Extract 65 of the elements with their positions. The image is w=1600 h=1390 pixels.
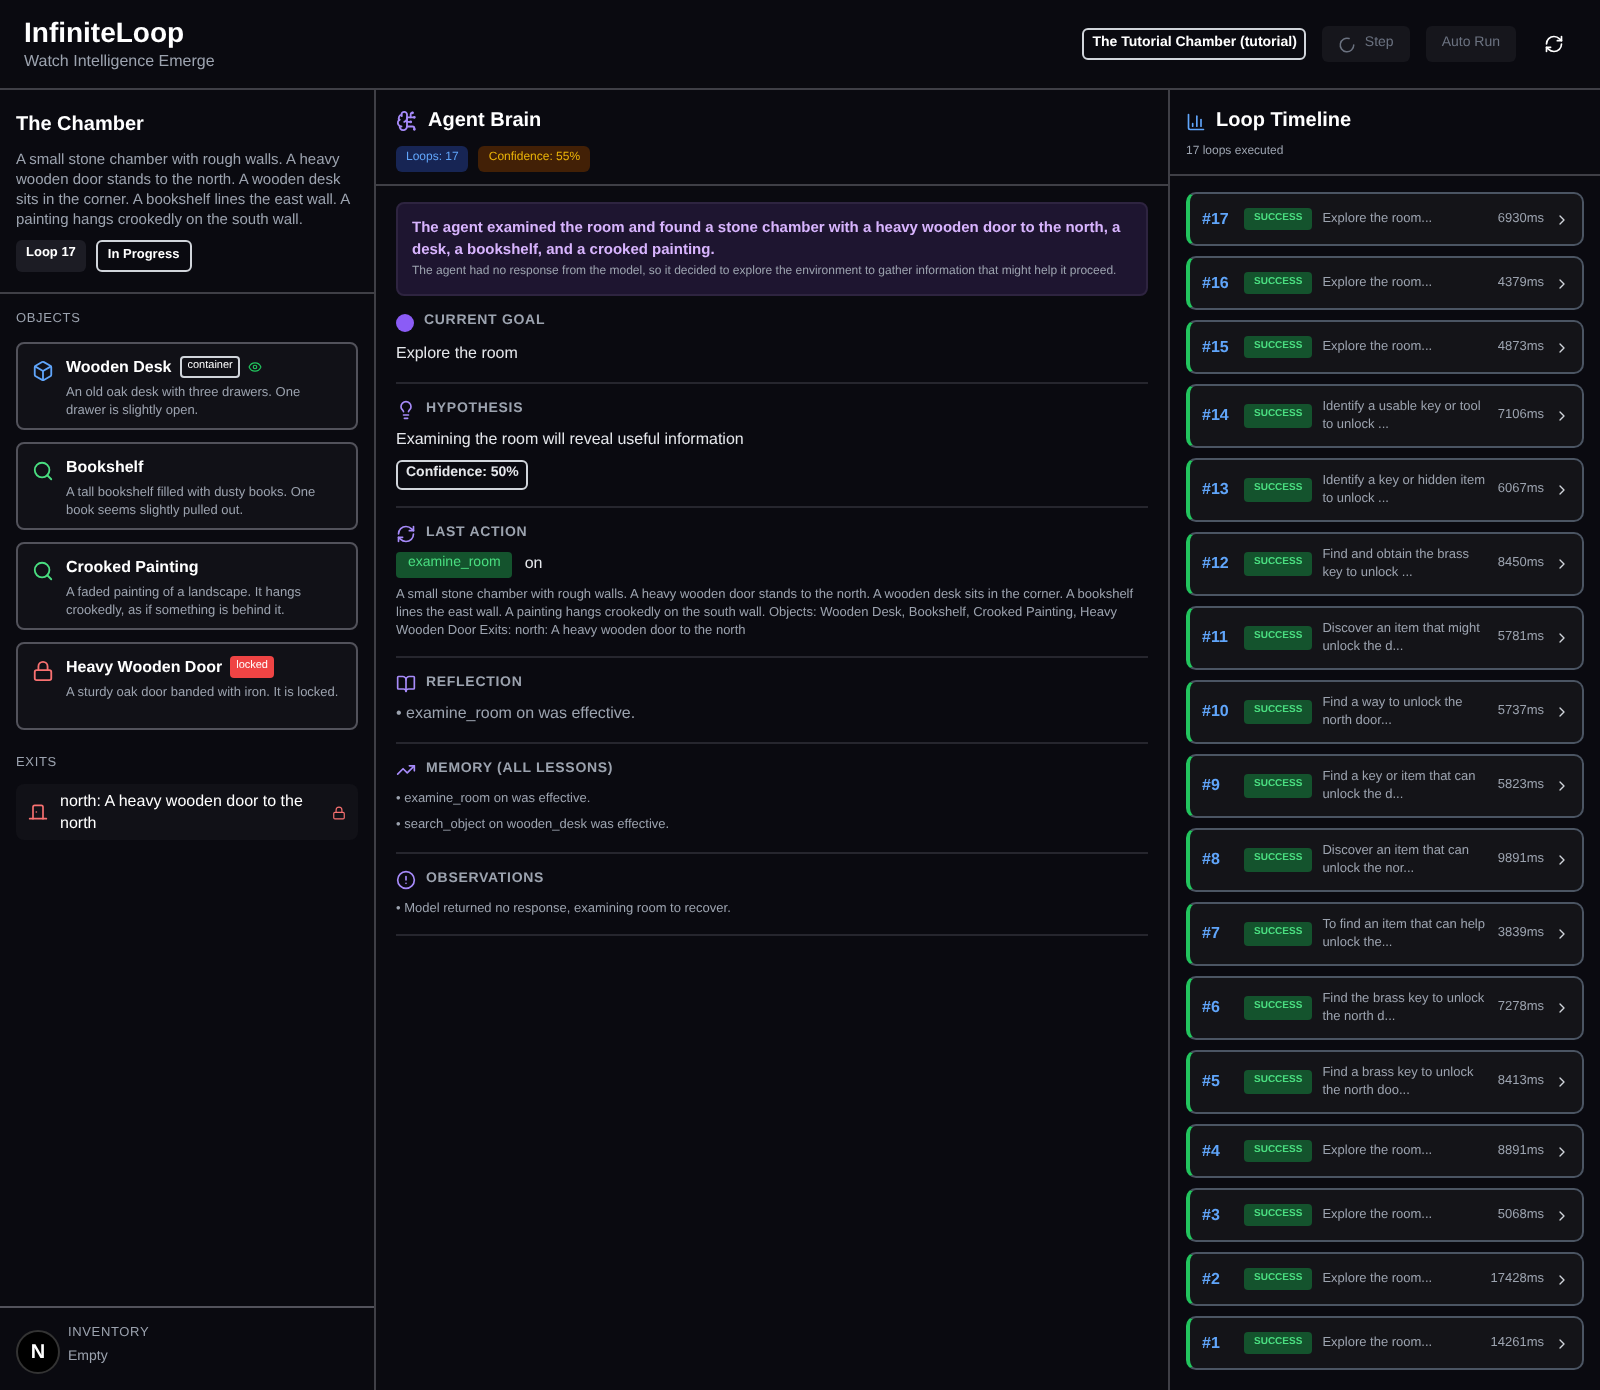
- door-icon: [28, 802, 48, 823]
- refresh-icon[interactable]: [1544, 34, 1564, 54]
- spinner-icon: [1338, 35, 1357, 53]
- loop-number: #17: [1202, 207, 1231, 231]
- loop-number: #15: [1202, 335, 1231, 359]
- object-name: Wooden Desk: [66, 355, 172, 379]
- chevron-icon: [1554, 778, 1570, 794]
- loop-number: #14: [1202, 404, 1231, 428]
- action-target: on: [524, 552, 543, 577]
- section-line: • examine_room on was effective.: [396, 702, 638, 726]
- object-name: Bookshelf: [66, 455, 144, 479]
- loop-number: #8: [1202, 848, 1222, 872]
- chevron-icon: [1554, 852, 1570, 868]
- eye-icon: [248, 360, 263, 374]
- loop-number: #5: [1202, 1070, 1222, 1094]
- loop-number: #2: [1202, 1267, 1222, 1291]
- trend-icon: [396, 760, 416, 781]
- cube-icon: [32, 359, 54, 381]
- loop-number: #7: [1202, 922, 1222, 946]
- chevron-icon: [1554, 482, 1570, 498]
- object-name: Crooked Painting: [66, 555, 199, 579]
- lock-icon: [32, 659, 54, 681]
- chevron-icon: [1554, 926, 1570, 942]
- loop-number: #11: [1202, 626, 1230, 650]
- loop-number: #10: [1202, 700, 1231, 724]
- panel-title: The Chamber: [16, 112, 146, 140]
- app-title: InfiniteLoop: [24, 15, 187, 49]
- chevron-icon: [1554, 1000, 1570, 1016]
- brain-icon: [396, 110, 418, 132]
- chevron-icon: [1554, 556, 1570, 572]
- panel-title: Agent Brain: [428, 108, 542, 136]
- search-icon: [32, 559, 54, 581]
- dev-badge[interactable]: N: [16, 1330, 60, 1374]
- alert-icon: [396, 870, 416, 891]
- chevron-icon: [1554, 408, 1570, 424]
- panel-title: Loop Timeline: [1216, 108, 1352, 136]
- loop-number: #16: [1202, 271, 1231, 295]
- lightbulb-icon: [396, 399, 416, 420]
- chevron-icon: [1554, 275, 1570, 291]
- chevron-icon: [1554, 1335, 1570, 1351]
- loop-number: #1: [1202, 1331, 1222, 1355]
- section-text: Explore the room: [396, 341, 520, 365]
- chevron-icon: [1554, 630, 1570, 646]
- loop-number: #4: [1202, 1139, 1222, 1163]
- chevron-icon: [1554, 211, 1570, 227]
- loop-number: #6: [1202, 996, 1222, 1020]
- chevron-icon: [1554, 1271, 1570, 1287]
- exit-text: north: A heavy wooden door to the north: [60, 790, 305, 835]
- exit-row[interactable]: north: A heavy wooden door to the north: [16, 784, 358, 841]
- chevron-icon: [1554, 1074, 1570, 1090]
- refresh-icon: [396, 523, 416, 544]
- book-icon: [396, 673, 416, 694]
- loop-number: #13: [1202, 478, 1231, 502]
- chevron-icon: [1554, 1207, 1570, 1223]
- loop-number: #3: [1202, 1203, 1222, 1227]
- app-subtitle: Watch Intelligence Emerge: [24, 49, 215, 73]
- search-icon: [32, 459, 54, 481]
- object-name: Heavy Wooden Door: [66, 655, 223, 679]
- section-text: Examining the room will reveal useful information: [396, 428, 746, 452]
- chevron-icon: [1554, 339, 1570, 355]
- chevron-icon: [1554, 704, 1570, 720]
- loop-number: #12: [1202, 552, 1231, 576]
- chevron-icon: [1554, 1143, 1570, 1159]
- chart-icon: [1186, 111, 1206, 131]
- loop-number: #9: [1202, 774, 1222, 798]
